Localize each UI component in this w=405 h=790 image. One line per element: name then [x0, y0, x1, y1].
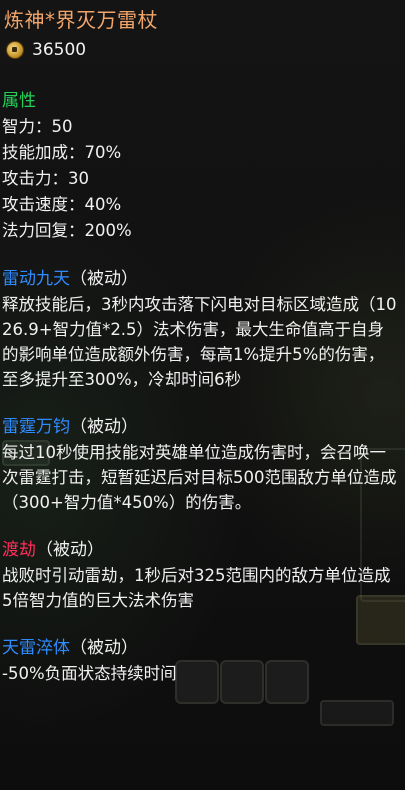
- gold-coin-icon: [6, 41, 24, 59]
- skill-name: 雷霆万钧: [2, 417, 70, 437]
- attributes-list: 智力：50 技能加成：70% 攻击力：30 攻击速度：40% 法力回复：200%: [2, 114, 399, 244]
- skill-tag: （被动）: [70, 269, 138, 289]
- skill-description: 每过10秒使用技能对英雄单位造成伤害时，会召唤一次雷霆打击，短暂延迟后对目标50…: [2, 443, 397, 512]
- attribute-line: 智力：50: [2, 117, 73, 136]
- skill-heading: 雷动九天（被动）: [2, 266, 399, 292]
- skill-description: 释放技能后，3秒内攻击落下闪电对目标区域造成（1026.9+智力值*2.5）法术…: [2, 295, 397, 389]
- skill-tag: （被动）: [70, 638, 138, 658]
- skill-description: 战败时引动雷劫，1秒后对325范围内的敌方单位造成5倍智力值的巨大法术伤害: [2, 566, 391, 610]
- skill-block: 天雷淬体（被动） -50%负面状态持续时间: [2, 635, 399, 686]
- skill-name: 雷动九天: [2, 269, 70, 289]
- skill-heading: 渡劫（被动）: [2, 537, 399, 563]
- price-row: 36500: [2, 38, 399, 62]
- attributes-heading: 属性: [2, 91, 36, 111]
- attribute-line: 攻击速度：40%: [2, 195, 122, 214]
- attribute-line: 攻击力：30: [2, 169, 89, 188]
- skill-tag: （被动）: [70, 417, 138, 437]
- attribute-line: 法力回复：200%: [2, 221, 132, 240]
- skill-heading: 天雷淬体（被动）: [2, 635, 399, 661]
- skill-name: 天雷淬体: [2, 638, 70, 658]
- skill-block: 雷动九天（被动） 释放技能后，3秒内攻击落下闪电对目标区域造成（1026.9+智…: [2, 266, 399, 392]
- skill-description: -50%负面状态持续时间: [2, 664, 177, 683]
- skill-block: 雷霆万钧（被动） 每过10秒使用技能对英雄单位造成伤害时，会召唤一次雷霆打击，短…: [2, 414, 399, 515]
- skill-tag: （被动）: [36, 540, 104, 560]
- skill-name: 渡劫: [2, 540, 36, 560]
- skill-block: 渡劫（被动） 战败时引动雷劫，1秒后对325范围内的敌方单位造成5倍智力值的巨大…: [2, 537, 399, 613]
- skill-heading: 雷霆万钧（被动）: [2, 414, 399, 440]
- attribute-line: 技能加成：70%: [2, 143, 122, 162]
- item-price: 36500: [32, 40, 87, 60]
- item-tooltip: 炼神*界灭万雷杖 36500 属性 智力：50 技能加成：70% 攻击力：30 …: [0, 0, 405, 790]
- item-title: 炼神*界灭万雷杖: [4, 8, 158, 32]
